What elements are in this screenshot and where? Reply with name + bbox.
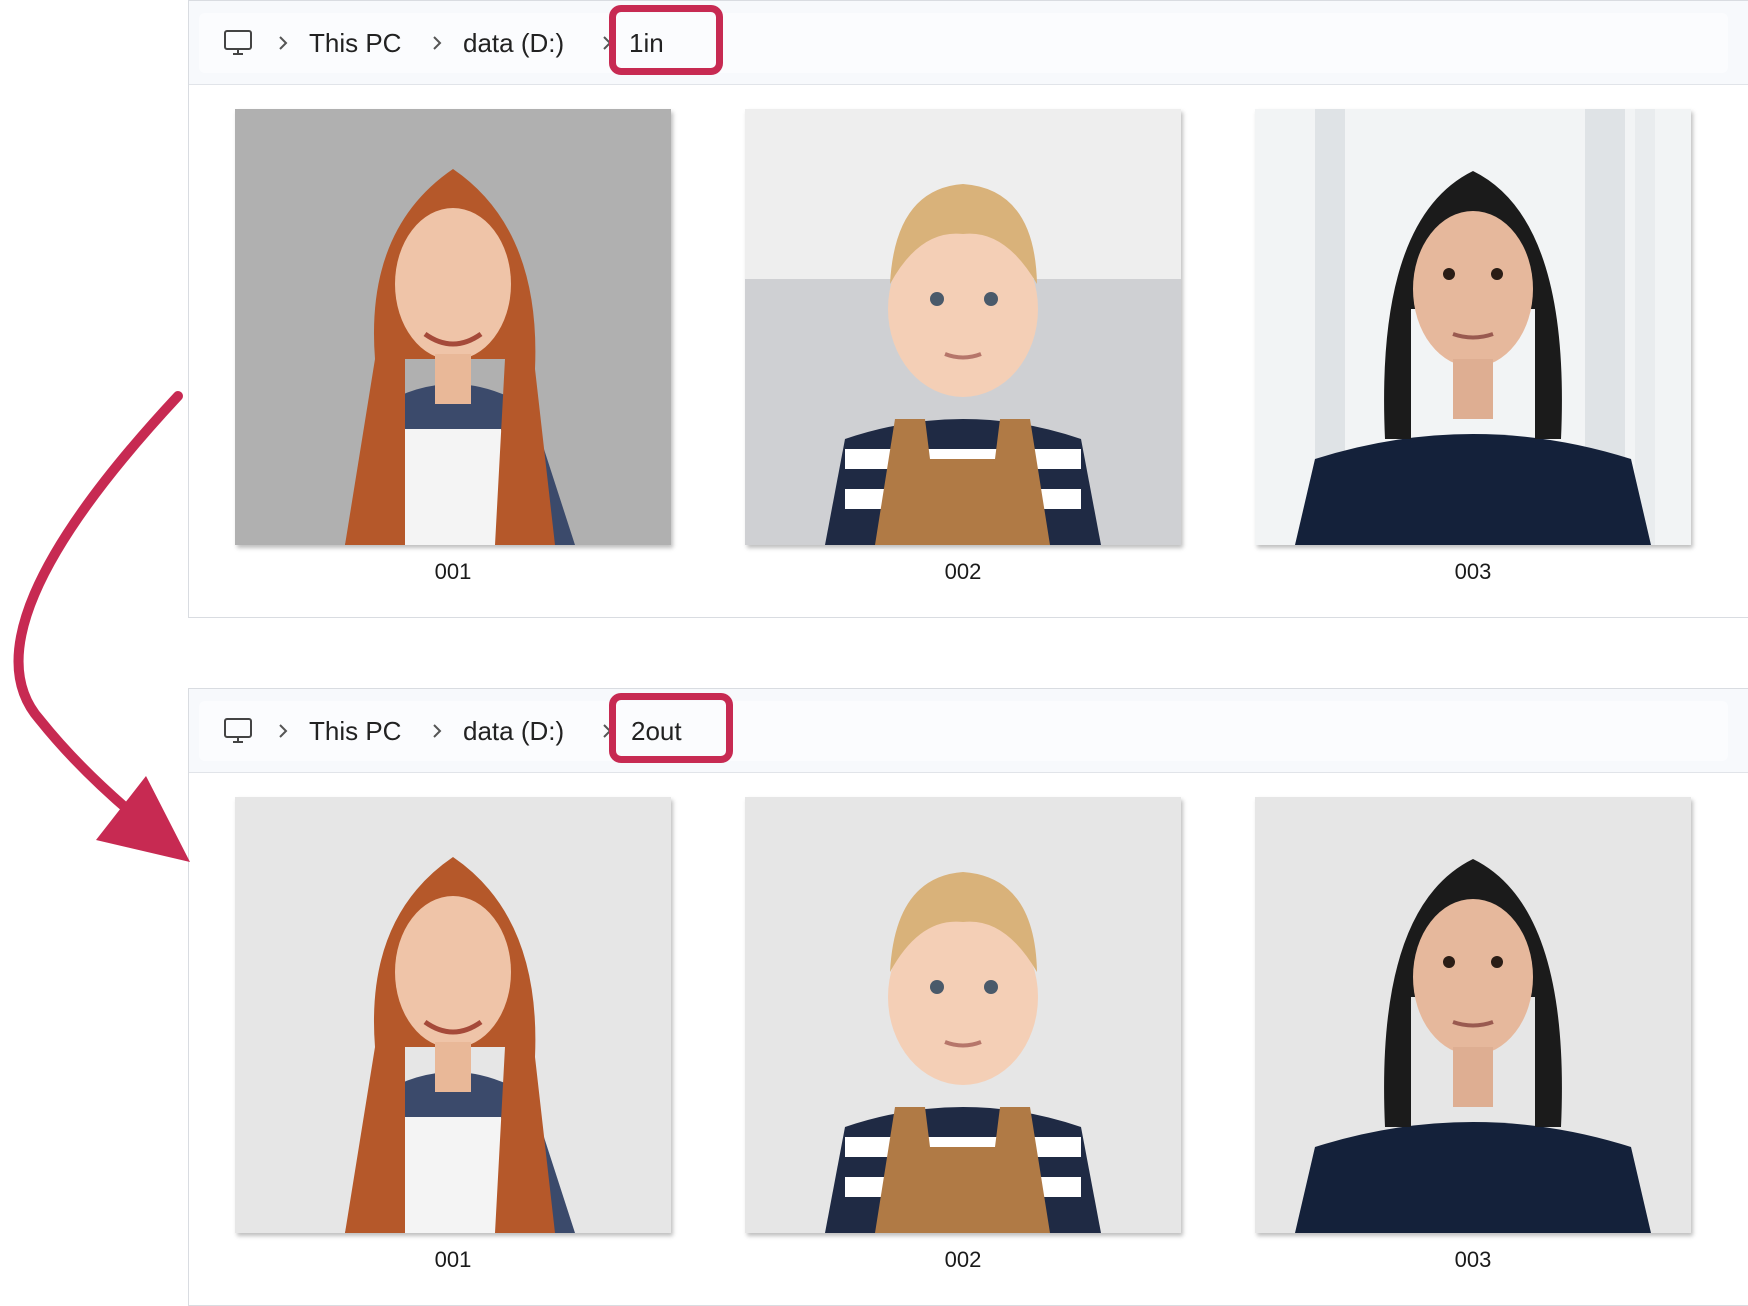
file-name[interactable]: 002	[745, 559, 1181, 585]
address-bar: This PC data (D:) 1in	[189, 1, 1748, 85]
breadcrumb-this-pc[interactable]: This PC	[309, 13, 401, 73]
curved-arrow-icon	[13, 391, 190, 862]
breadcrumb[interactable]: This PC data (D:) 1in	[199, 13, 1728, 73]
breadcrumb[interactable]: This PC data (D:) 2out	[199, 701, 1728, 761]
file-item-003[interactable]: 003	[1255, 797, 1691, 1272]
thumbnail-image[interactable]	[235, 797, 671, 1233]
chevron-right-icon[interactable]	[271, 31, 295, 55]
folder-highlight-box	[609, 693, 733, 763]
thumbnail-image[interactable]	[745, 109, 1181, 545]
file-name[interactable]: 001	[235, 559, 671, 585]
file-item-001[interactable]: 001	[235, 109, 671, 584]
file-name[interactable]: 003	[1255, 559, 1691, 585]
breadcrumb-drive[interactable]: data (D:)	[463, 701, 564, 761]
thumbnail-image[interactable]	[745, 797, 1181, 1233]
file-name[interactable]: 002	[745, 1247, 1181, 1273]
computer-monitor-icon[interactable]	[223, 28, 253, 58]
thumbnail-image[interactable]	[235, 109, 671, 545]
explorer-window-output: This PC data (D:) 2out 001 002 003	[188, 688, 1748, 1306]
file-item-003[interactable]: 003	[1255, 109, 1691, 584]
file-item-001[interactable]: 001	[235, 797, 671, 1272]
address-bar: This PC data (D:) 2out	[189, 689, 1748, 773]
computer-monitor-icon[interactable]	[223, 716, 253, 746]
file-name[interactable]: 003	[1255, 1247, 1691, 1273]
file-name[interactable]: 001	[235, 1247, 671, 1273]
chevron-right-icon[interactable]	[271, 719, 295, 743]
thumbnail-image[interactable]	[1255, 797, 1691, 1233]
folder-highlight-box	[609, 5, 723, 75]
chevron-right-icon[interactable]	[425, 719, 449, 743]
explorer-window-input: This PC data (D:) 1in 001 002 003	[188, 0, 1748, 618]
breadcrumb-this-pc[interactable]: This PC	[309, 701, 401, 761]
breadcrumb-drive[interactable]: data (D:)	[463, 13, 564, 73]
chevron-right-icon[interactable]	[425, 31, 449, 55]
file-item-002[interactable]: 002	[745, 109, 1181, 584]
file-item-002[interactable]: 002	[745, 797, 1181, 1272]
thumbnail-image[interactable]	[1255, 109, 1691, 545]
